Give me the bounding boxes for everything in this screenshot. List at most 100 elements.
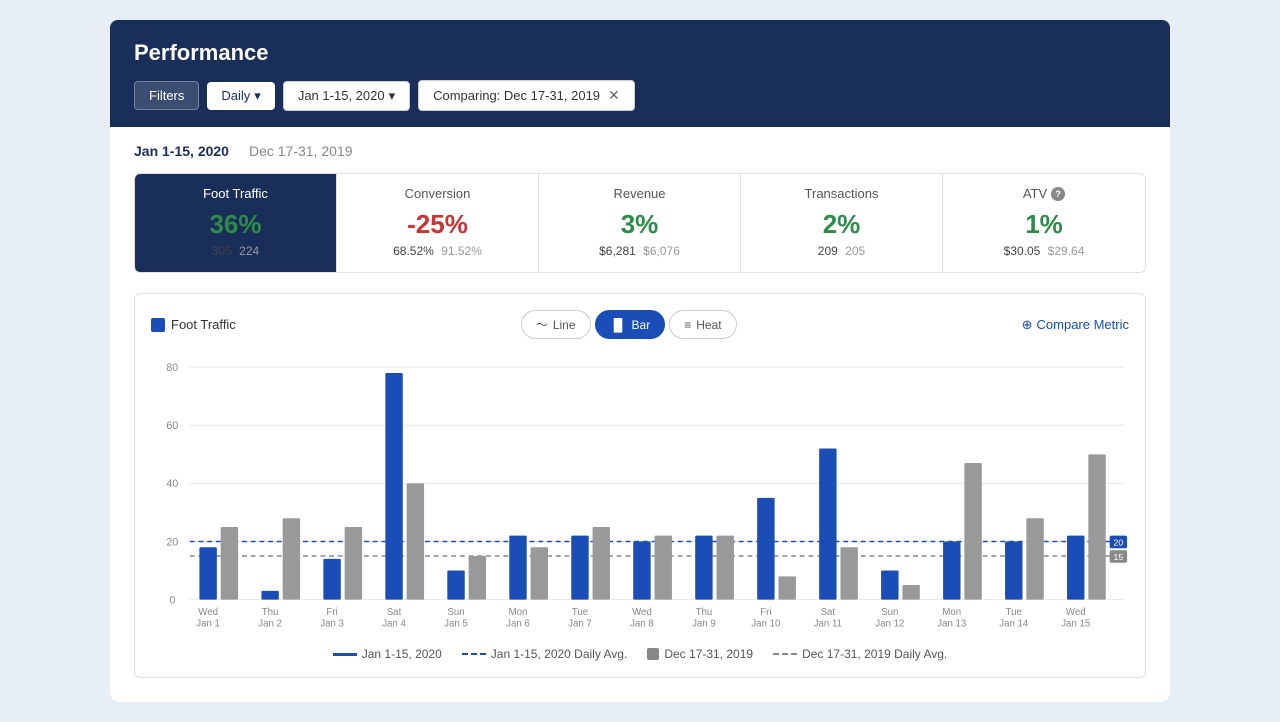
svg-text:Jan 12: Jan 12 — [875, 619, 904, 630]
secondary-date-label: Dec 17-31, 2019 — [249, 143, 353, 159]
chevron-down-icon: ▾ — [254, 88, 261, 104]
line-icon: 〜 — [536, 316, 548, 333]
heat-icon: ≡ — [684, 318, 691, 332]
metric-value-foot-traffic: 36% — [151, 209, 320, 240]
svg-text:0: 0 — [169, 594, 175, 606]
svg-text:Jan 9: Jan 9 — [692, 619, 716, 630]
svg-text:Jan 4: Jan 4 — [382, 619, 406, 630]
svg-text:Wed: Wed — [198, 607, 218, 618]
date-range-selector[interactable]: Jan 1-15, 2020 ▾ — [283, 81, 410, 111]
gray-sq-legend-icon — [647, 648, 659, 660]
metric-value-atv: 1% — [959, 209, 1129, 240]
svg-text:Jan 14: Jan 14 — [999, 619, 1029, 630]
chart-area: 80 60 40 20 0 — [151, 355, 1129, 635]
line-chart-button[interactable]: 〜 Line — [521, 310, 591, 339]
dotted-blue-legend-icon — [462, 653, 486, 655]
metric-card-transactions[interactable]: Transactions 2% 209 205 — [741, 174, 943, 272]
svg-text:Jan 6: Jan 6 — [506, 619, 530, 630]
header: Performance Filters Daily ▾ Jan 1-15, 20… — [110, 20, 1170, 127]
svg-text:Thu: Thu — [262, 607, 279, 618]
primary-date-label: Jan 1-15, 2020 — [134, 143, 229, 159]
bar-icon: ▐▌ — [610, 318, 627, 332]
svg-text:Jan 8: Jan 8 — [630, 619, 654, 630]
legend-item-current: Jan 1-15, 2020 — [333, 647, 442, 661]
plus-circle-icon: ⊕ — [1022, 317, 1033, 333]
content-area: Jan 1-15, 2020 Dec 17-31, 2019 Foot Traf… — [110, 127, 1170, 702]
svg-text:20: 20 — [166, 536, 178, 548]
chart-legend: Foot Traffic — [151, 317, 236, 332]
chart-footer-legend: Jan 1-15, 2020 Jan 1-15, 2020 Daily Avg.… — [151, 647, 1129, 661]
svg-text:Sat: Sat — [387, 607, 402, 618]
svg-text:Jan 11: Jan 11 — [814, 619, 842, 630]
metric-sub-transactions: 209 205 — [757, 244, 926, 258]
filter-row: Filters Daily ▾ Jan 1-15, 2020 ▾ Compari… — [134, 80, 1146, 111]
date-labels: Jan 1-15, 2020 Dec 17-31, 2019 — [134, 143, 1146, 159]
legend-label-prev: Dec 17-31, 2019 — [664, 647, 753, 661]
metric-label-conversion: Conversion — [353, 186, 522, 201]
svg-text:15: 15 — [1114, 552, 1124, 562]
legend-square-icon — [151, 318, 165, 332]
metric-sub-conversion: 68.52% 91.52% — [353, 244, 522, 258]
metric-card-atv[interactable]: ATV ? 1% $30.05 $29.64 — [943, 174, 1145, 272]
svg-text:Jan 7: Jan 7 — [568, 619, 592, 630]
svg-text:Thu: Thu — [696, 607, 713, 618]
heat-chart-button[interactable]: ≡ Heat — [669, 310, 736, 339]
chart-section: Foot Traffic 〜 Line ▐▌ Bar ≡ Heat — [134, 293, 1146, 678]
bar-chart-button[interactable]: ▐▌ Bar — [595, 310, 666, 339]
metric-label-foot-traffic: Foot Traffic — [151, 186, 320, 201]
svg-text:Jan 5: Jan 5 — [444, 619, 468, 630]
close-icon[interactable]: ✕ — [608, 87, 620, 104]
metric-sub-atv: $30.05 $29.64 — [959, 244, 1129, 258]
chart-controls: Foot Traffic 〜 Line ▐▌ Bar ≡ Heat — [151, 310, 1129, 339]
compare-metric-button[interactable]: ⊕ Compare Metric — [1022, 317, 1129, 333]
metric-sub-foot-traffic: 305 224 — [151, 244, 320, 258]
legend-item-current-avg: Jan 1-15, 2020 Daily Avg. — [462, 647, 628, 661]
main-container: Performance Filters Daily ▾ Jan 1-15, 20… — [110, 20, 1170, 702]
metrics-row: Foot Traffic 36% 305 224 Conversion -25%… — [134, 173, 1146, 273]
svg-text:Fri: Fri — [326, 607, 337, 618]
metric-card-revenue[interactable]: Revenue 3% $6,281 $6,076 — [539, 174, 741, 272]
svg-text:Mon: Mon — [942, 607, 961, 618]
filters-button[interactable]: Filters — [134, 81, 199, 110]
info-icon[interactable]: ? — [1051, 187, 1065, 201]
daily-selector[interactable]: Daily ▾ — [207, 82, 274, 110]
svg-text:Mon: Mon — [509, 607, 528, 618]
svg-text:Fri: Fri — [760, 607, 771, 618]
svg-text:Wed: Wed — [632, 607, 652, 618]
svg-text:60: 60 — [166, 420, 178, 432]
svg-text:Tue: Tue — [572, 607, 588, 618]
svg-text:Jan 10: Jan 10 — [751, 619, 780, 630]
metric-value-revenue: 3% — [555, 209, 724, 240]
metric-label-atv: ATV ? — [959, 186, 1129, 201]
solid-blue-legend-icon — [333, 653, 357, 656]
chart-type-buttons: 〜 Line ▐▌ Bar ≡ Heat — [521, 310, 737, 339]
svg-text:80: 80 — [166, 362, 178, 374]
chevron-down-icon: ▾ — [389, 88, 396, 104]
svg-text:Jan 3: Jan 3 — [320, 619, 344, 630]
svg-text:Sun: Sun — [881, 607, 898, 618]
legend-item-prev: Dec 17-31, 2019 — [647, 647, 753, 661]
svg-text:Tue: Tue — [1006, 607, 1022, 618]
dotted-gray-legend-icon — [773, 653, 797, 655]
metric-value-transactions: 2% — [757, 209, 926, 240]
legend-label-prev-avg: Dec 17-31, 2019 Daily Avg. — [802, 647, 947, 661]
bar-chart-svg: 80 60 40 20 0 — [151, 355, 1129, 635]
svg-text:20: 20 — [1114, 537, 1124, 547]
svg-text:Jan 15: Jan 15 — [1061, 619, 1090, 630]
svg-text:Jan 13: Jan 13 — [937, 619, 966, 630]
svg-text:Wed: Wed — [1066, 607, 1086, 618]
comparing-badge[interactable]: Comparing: Dec 17-31, 2019 ✕ — [418, 80, 635, 111]
metric-label-transactions: Transactions — [757, 186, 926, 201]
metric-value-conversion: -25% — [353, 209, 522, 240]
metric-card-conversion[interactable]: Conversion -25% 68.52% 91.52% — [337, 174, 539, 272]
svg-text:40: 40 — [166, 478, 178, 490]
svg-text:Jan 1: Jan 1 — [196, 619, 220, 630]
svg-text:Sat: Sat — [821, 607, 836, 618]
metric-sub-revenue: $6,281 $6,076 — [555, 244, 724, 258]
svg-text:Sun: Sun — [447, 607, 464, 618]
metric-card-foot-traffic[interactable]: Foot Traffic 36% 305 224 — [135, 174, 337, 272]
legend-label-current-avg: Jan 1-15, 2020 Daily Avg. — [491, 647, 628, 661]
svg-text:Jan 2: Jan 2 — [258, 619, 282, 630]
legend-item-prev-avg: Dec 17-31, 2019 Daily Avg. — [773, 647, 947, 661]
metric-label-revenue: Revenue — [555, 186, 724, 201]
